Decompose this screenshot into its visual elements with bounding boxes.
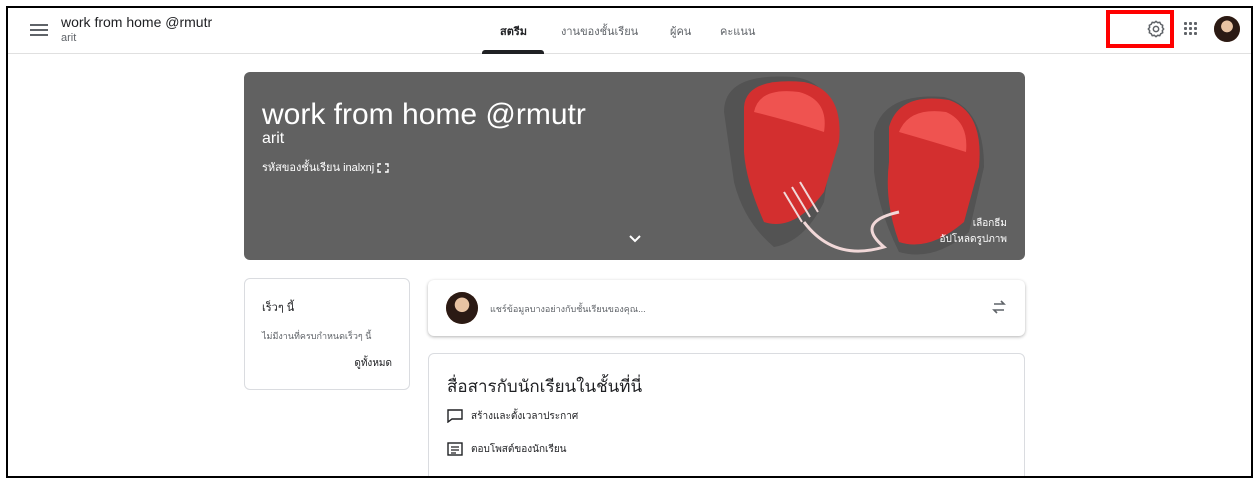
create-announcement-item[interactable]: สร้างและตั้งเวลาประกาศ — [447, 409, 578, 424]
tab-classwork[interactable]: งานของชั้นเรียน — [561, 22, 638, 40]
user-avatar — [446, 292, 478, 324]
class-code-label: รหัสของชั้นเรียน — [262, 162, 340, 174]
chevron-down-icon[interactable] — [628, 234, 642, 244]
communicate-card: สื่อสารกับนักเรียนในชั้นที่นี่ สร้างและต… — [428, 353, 1025, 476]
reply-posts-label: ตอบโพสต์ของนักเรียน — [471, 444, 567, 455]
upcoming-card: เร็วๆ นี้ ไม่มีงานที่ครบกำหนดเร็วๆ นี้ ด… — [244, 278, 410, 390]
banner-class-section: arit — [262, 130, 285, 147]
class-name[interactable]: work from home @rmutr — [61, 14, 212, 30]
upcoming-empty-text: ไม่มีงานที่ครบกำหนดเร็วๆ นี้ — [262, 331, 372, 341]
classroom-window: work from home @rmutr arit สตรีม งานของช… — [6, 6, 1253, 478]
tab-stream[interactable]: สตรีม — [500, 22, 527, 40]
active-tab-indicator — [482, 50, 544, 54]
class-banner: work from home @rmutr arit รหัสของชั้นเร… — [244, 72, 1025, 260]
top-app-bar: work from home @rmutr arit สตรีม งานของช… — [8, 8, 1251, 54]
create-announcement-label: สร้างและตั้งเวลาประกาศ — [471, 411, 579, 422]
communicate-title: สื่อสารกับนักเรียนในชั้นที่นี่ — [447, 377, 643, 396]
settings-gear-icon[interactable] — [1146, 19, 1166, 39]
class-code-row: รหัสของชั้นเรียน inalxnj — [262, 158, 390, 176]
announcement-icon — [447, 409, 463, 424]
reply-posts-item[interactable]: ตอบโพสต์ของนักเรียน — [447, 442, 567, 457]
post-reply-icon — [447, 442, 463, 457]
share-placeholder[interactable]: แชร์ข้อมูลบางอย่างกับชั้นเรียนของคุณ... — [490, 302, 646, 316]
share-box[interactable]: แชร์ข้อมูลบางอย่างกับชั้นเรียนของคุณ... — [428, 280, 1025, 336]
google-apps-icon[interactable] — [1184, 22, 1198, 36]
view-all-link[interactable]: ดูทั้งหมด — [354, 356, 392, 371]
upcoming-title: เร็วๆ นี้ — [262, 302, 295, 314]
account-avatar[interactable] — [1214, 16, 1240, 42]
fullscreen-icon[interactable] — [377, 163, 390, 173]
class-code-value: inalxnj — [343, 162, 375, 174]
upload-photo-link[interactable]: อัปโหลดรูปภาพ — [940, 232, 1007, 247]
class-section: arit — [61, 32, 77, 44]
tab-grades[interactable]: คะแนน — [720, 22, 755, 40]
tab-people[interactable]: ผู้คน — [670, 22, 691, 40]
select-theme-link[interactable]: เลือกธีม — [973, 216, 1007, 231]
banner-class-title: work from home @rmutr — [262, 98, 586, 131]
main-menu-icon[interactable] — [30, 21, 48, 39]
repost-icon[interactable] — [990, 298, 1008, 316]
